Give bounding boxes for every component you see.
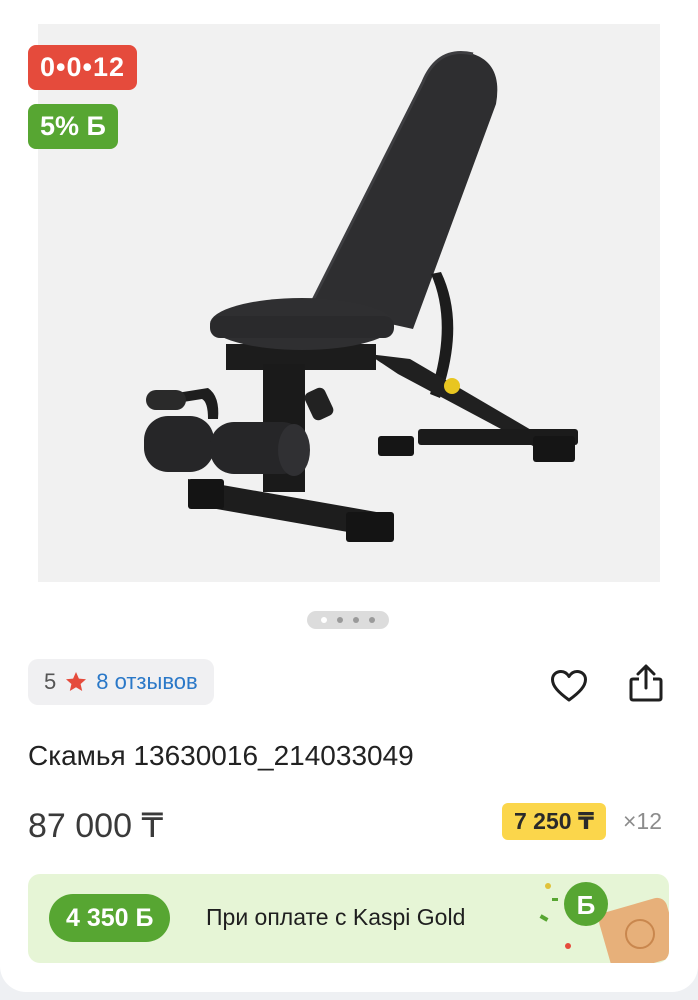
gold-bonus-amount: 4 350 Б <box>49 894 171 942</box>
svg-text:Б: Б <box>577 890 596 920</box>
gallery-dot-1[interactable] <box>321 617 327 623</box>
gallery-dot-2[interactable] <box>337 617 343 623</box>
installment-months: ×12 <box>623 808 663 834</box>
product-card: 0•0•12 5% Б 5 8 отзывов Скамья 13630016_… <box>0 0 698 992</box>
installment-badge: 0•0•12 <box>28 45 137 90</box>
kaspi-gold-banner[interactable]: 4 350 Б При оплате с Kaspi Gold Б <box>28 874 669 963</box>
rating-value: 5 <box>44 669 57 694</box>
bonus-badge: 5% Б <box>28 104 118 149</box>
gallery-dot-3[interactable] <box>353 617 359 623</box>
kaspi-gold-illustration: Б <box>539 882 669 963</box>
heart-icon <box>551 670 587 702</box>
product-title: Скамья 13630016_214033049 <box>28 740 414 771</box>
star-icon <box>66 672 87 691</box>
reviews-link[interactable]: 8 отзывов <box>96 669 197 695</box>
gallery-dot-4[interactable] <box>369 617 375 623</box>
product-photo[interactable] <box>38 24 660 582</box>
share-icon <box>629 664 663 702</box>
share-button[interactable] <box>625 662 667 704</box>
gallery-pagination[interactable] <box>307 611 389 629</box>
product-price: 87 000 ₸ <box>28 807 164 845</box>
favorite-button[interactable] <box>548 665 590 707</box>
weight-bench-image <box>144 51 578 542</box>
rating-summary[interactable]: 5 8 отзывов <box>28 659 214 705</box>
monthly-payment-badge[interactable]: 7 250 ₸ <box>502 803 606 840</box>
gold-banner-label: При оплате с Kaspi Gold <box>206 904 466 930</box>
